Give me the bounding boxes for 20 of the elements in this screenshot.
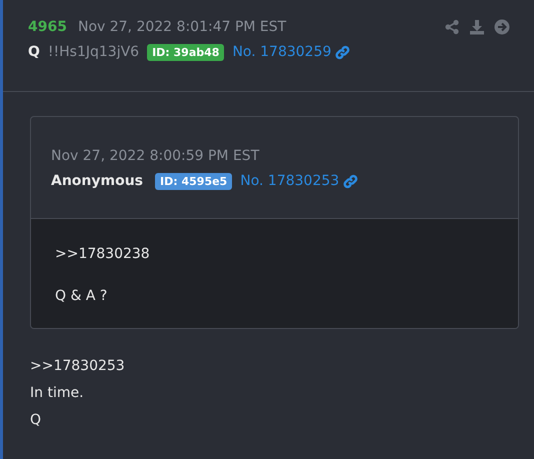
quoted-timestamp: Nov 27, 2022 8:00:59 PM EST <box>51 147 260 166</box>
arrow-right-icon[interactable] <box>494 19 510 35</box>
tripcode: !!Hs1Jq13jV6 <box>48 44 140 60</box>
id-badge: ID: 39ab48 <box>147 44 224 60</box>
download-icon[interactable] <box>469 19 485 35</box>
post-text-line: Q <box>30 411 42 430</box>
link-icon[interactable] <box>335 44 350 60</box>
author-name: Q <box>28 44 40 60</box>
post-number-link[interactable]: No. 17830259 <box>232 44 332 60</box>
share-icon[interactable] <box>444 19 460 35</box>
post-number: 4965 <box>28 19 67 35</box>
post-timestamp: Nov 27, 2022 8:01:47 PM EST <box>78 19 286 35</box>
link-icon[interactable] <box>343 174 358 188</box>
quoted-text-line: Q & A ? <box>55 288 108 304</box>
post-text-line: In time. <box>30 384 85 403</box>
post-number-link[interactable]: No. 17830253 <box>240 173 340 189</box>
quoted-text-line: >>17830238 <box>55 246 151 262</box>
post-text-line: >>17830253 <box>30 357 126 376</box>
id-badge: ID: 4595e5 <box>155 172 232 190</box>
quoted-author-name: Anonymous <box>51 173 144 189</box>
